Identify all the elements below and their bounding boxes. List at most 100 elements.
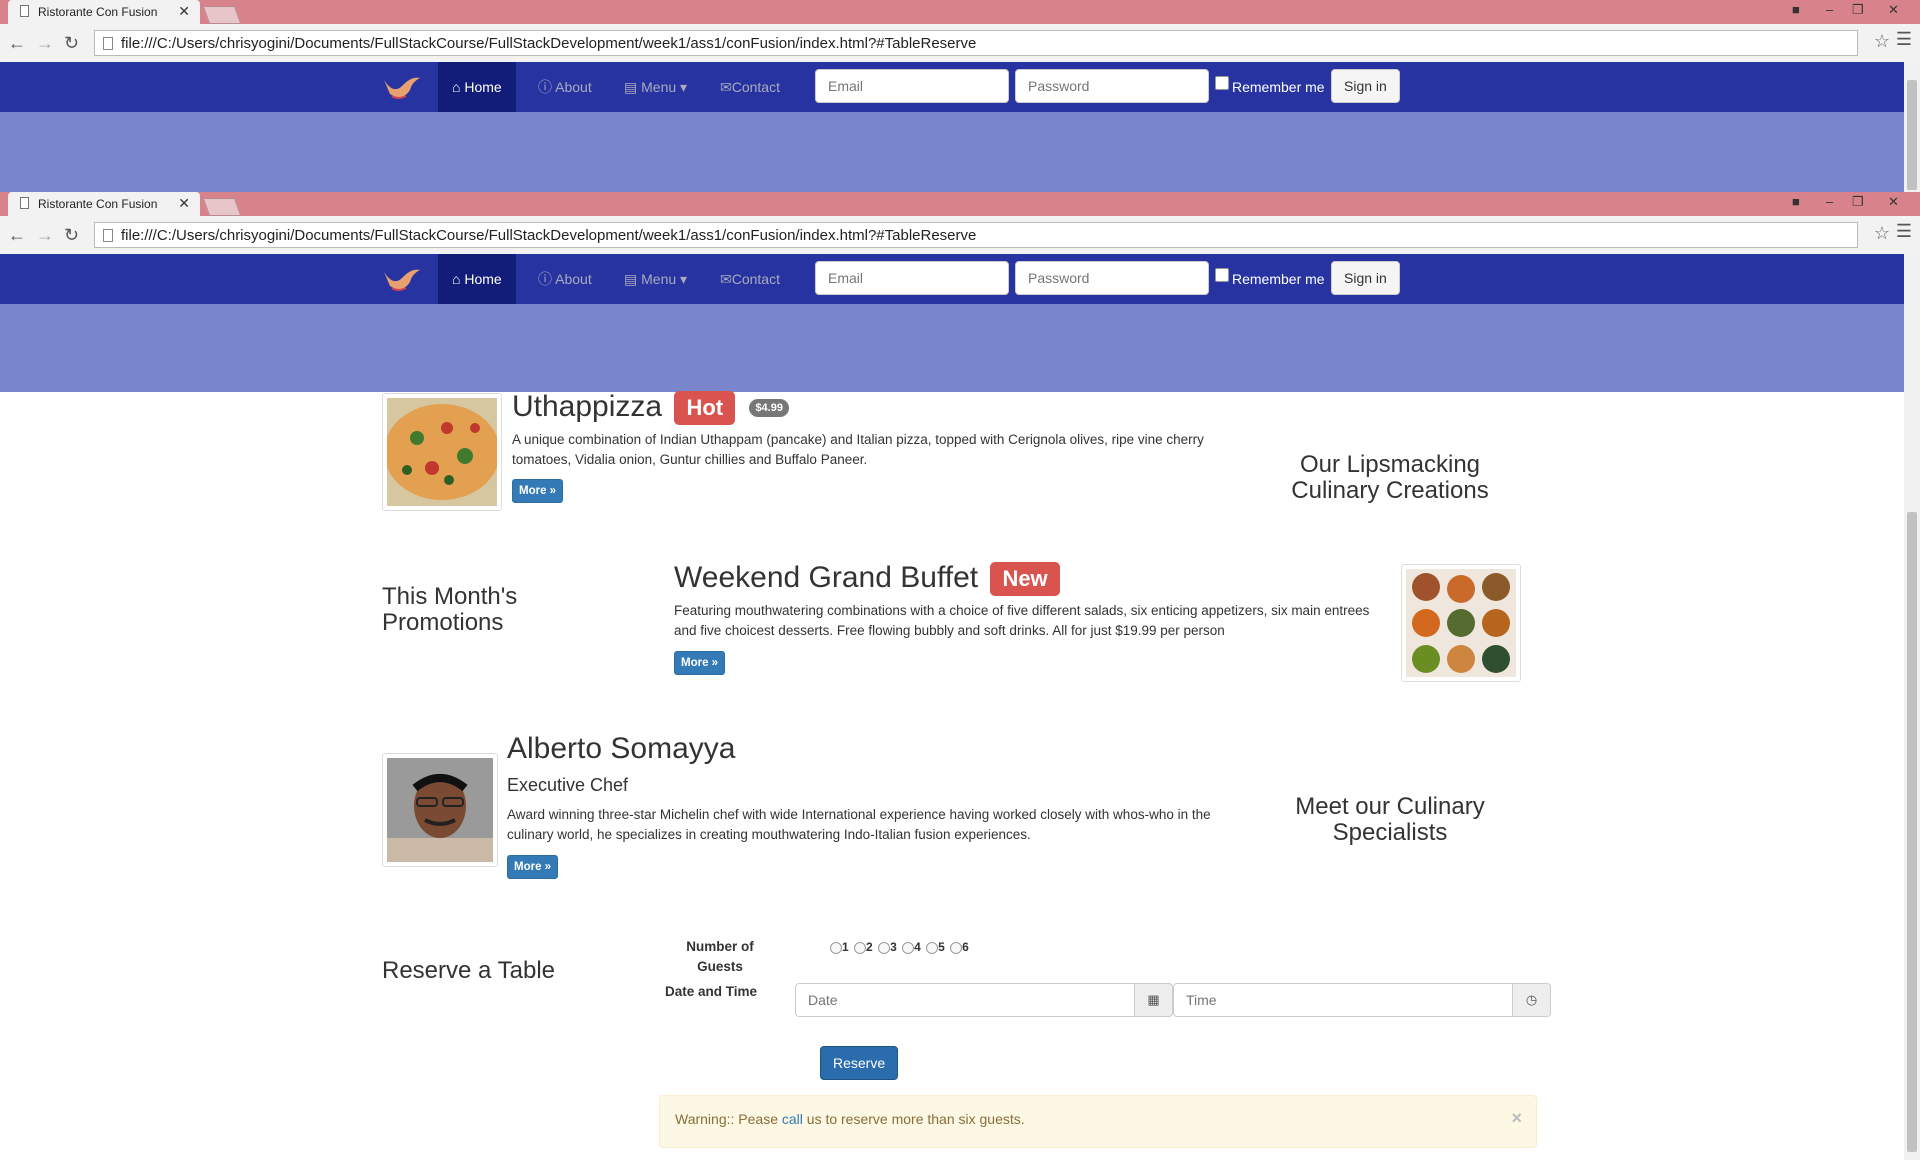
- close-window-icon[interactable]: ✕: [1888, 2, 1899, 18]
- promo-more-button[interactable]: More »: [674, 651, 726, 675]
- call-link[interactable]: call: [782, 1111, 803, 1127]
- scrollbar-2[interactable]: [1904, 254, 1920, 1160]
- forward-icon[interactable]: →: [36, 225, 54, 246]
- signin-button[interactable]: Sign in: [1331, 261, 1400, 295]
- remember-label: Remember me: [1232, 271, 1325, 287]
- address-bar-2: ← → ↻ file:///C:/Users/chrisyogini/Docum…: [0, 216, 1920, 255]
- chef-section-title: Meet our Culinary Specialists: [1295, 793, 1485, 846]
- reload-icon[interactable]: ↻: [64, 33, 79, 54]
- dish-description: A unique combination of Indian Uthappam …: [512, 432, 1204, 467]
- guest-radio-6[interactable]: [950, 941, 963, 954]
- guests-label: Number of Guests: [686, 939, 754, 974]
- guest-option-label: 5: [938, 940, 945, 954]
- remember-label: Remember me: [1232, 79, 1325, 95]
- time-input[interactable]: [1173, 983, 1513, 1017]
- minimize-icon[interactable]: –: [1826, 194, 1833, 209]
- guest-option-label: 6: [962, 940, 969, 954]
- jumbotron-2: [0, 304, 1904, 392]
- remember-checkbox[interactable]: [1215, 76, 1229, 90]
- nav-home-label: Home: [464, 79, 502, 95]
- reserve-section-title: Reserve a Table: [382, 957, 555, 984]
- nav-about-label: About: [555, 271, 592, 287]
- url-input[interactable]: file:///C:/Users/chrisyogini/Documents/F…: [94, 222, 1858, 248]
- reserve-button[interactable]: Reserve: [820, 1046, 899, 1080]
- bookmark-star-icon[interactable]: ☆: [1874, 223, 1890, 244]
- price-badge: $4.99: [749, 399, 789, 418]
- forward-icon[interactable]: →: [36, 33, 54, 54]
- alert-prefix: Warning:: Pease: [675, 1111, 782, 1127]
- chef-image: [382, 753, 498, 867]
- tab-strip-1: Ristorante Con Fusion ✕ ■ – ❐ ✕: [0, 0, 1920, 24]
- browser-tab-2[interactable]: Ristorante Con Fusion ✕: [8, 192, 200, 216]
- guest-radio-5[interactable]: [926, 941, 939, 954]
- email-field[interactable]: [815, 261, 1009, 295]
- chef-name: Alberto Somayya: [507, 732, 736, 765]
- nav-contact-label: Contact: [731, 79, 780, 95]
- guest-radio-4[interactable]: [902, 941, 915, 954]
- nav-menu[interactable]: ▤ Menu ▾: [610, 62, 701, 112]
- restore-icon[interactable]: ❐: [1852, 194, 1864, 210]
- guest-radio-group: 1 2 3 4 5 6: [828, 940, 969, 954]
- new-tab-button[interactable]: [202, 6, 242, 24]
- close-window-icon[interactable]: ✕: [1888, 194, 1899, 210]
- tab-strip-2: Ristorante Con Fusion ✕ ■ – ❐ ✕: [0, 192, 1920, 216]
- tab-title: Ristorante Con Fusion: [38, 197, 158, 211]
- calendar-icon[interactable]: ▦: [1135, 983, 1173, 1017]
- scrollbar-1[interactable]: [1904, 62, 1920, 192]
- guest-option-label: 4: [914, 940, 921, 954]
- nav-about[interactable]: ⓘ About: [524, 62, 606, 112]
- guest-radio-2[interactable]: [854, 941, 867, 954]
- site-navbar-2: ⌂ Home ⓘ About ▤ Menu ▾ ✉Contact Remembe…: [0, 254, 1904, 305]
- site-navbar-1: ⌂ Home ⓘ About ▤ Menu ▾ ✉Contact Remembe…: [0, 62, 1904, 113]
- dish-more-button[interactable]: More »: [512, 479, 564, 503]
- password-field[interactable]: [1015, 69, 1209, 103]
- close-tab-icon[interactable]: ✕: [178, 3, 190, 20]
- nav-contact[interactable]: ✉Contact: [706, 62, 794, 112]
- reload-icon[interactable]: ↻: [64, 225, 79, 246]
- dish-heading: Uthappizza Hot $4.99: [512, 390, 789, 426]
- guest-radio-1[interactable]: [830, 941, 842, 954]
- tab-title: Ristorante Con Fusion: [38, 5, 158, 19]
- user-icon[interactable]: ■: [1792, 194, 1800, 209]
- password-field[interactable]: [1015, 261, 1209, 295]
- nav-home[interactable]: ⌂ Home: [438, 62, 516, 112]
- nav-home[interactable]: ⌂ Home: [438, 254, 516, 304]
- scrollbar-thumb[interactable]: [1907, 512, 1917, 1152]
- bookmark-star-icon[interactable]: ☆: [1874, 31, 1890, 52]
- chef-description: Award winning three-star Michelin chef w…: [507, 807, 1211, 842]
- date-input[interactable]: [795, 983, 1135, 1017]
- browser-menu-icon[interactable]: ☰: [1896, 221, 1912, 242]
- nav-contact[interactable]: ✉Contact: [706, 254, 794, 304]
- page-icon: [103, 229, 113, 242]
- alert-suffix: us to reserve more than six guests.: [802, 1111, 1025, 1127]
- dish-name: Uthappizza: [512, 390, 663, 423]
- clock-icon[interactable]: ◷: [1513, 983, 1551, 1017]
- nav-menu-label: Menu: [641, 271, 677, 287]
- browser-tab-1[interactable]: Ristorante Con Fusion ✕: [8, 0, 200, 24]
- chef-more-button[interactable]: More »: [507, 855, 559, 879]
- restore-icon[interactable]: ❐: [1852, 2, 1864, 18]
- minimize-icon[interactable]: –: [1826, 2, 1833, 17]
- restaurant-logo: [384, 269, 420, 291]
- page-icon: [20, 5, 29, 17]
- close-tab-icon[interactable]: ✕: [178, 195, 190, 212]
- email-field[interactable]: [815, 69, 1009, 103]
- browser-menu-icon[interactable]: ☰: [1896, 29, 1912, 50]
- guest-option-label: 2: [866, 940, 873, 954]
- nav-home-label: Home: [464, 271, 502, 287]
- alert-close-icon[interactable]: ×: [1511, 1108, 1522, 1129]
- back-icon[interactable]: ←: [8, 225, 26, 246]
- guest-radio-3[interactable]: [878, 941, 891, 954]
- nav-about[interactable]: ⓘ About: [524, 254, 606, 304]
- url-text: file:///C:/Users/chrisyogini/Documents/F…: [121, 227, 977, 244]
- signin-button[interactable]: Sign in: [1331, 69, 1400, 103]
- back-icon[interactable]: ←: [8, 33, 26, 54]
- url-input[interactable]: file:///C:/Users/chrisyogini/Documents/F…: [94, 30, 1858, 56]
- nav-contact-label: Contact: [731, 271, 780, 287]
- new-tab-button[interactable]: [202, 198, 242, 216]
- remember-checkbox[interactable]: [1215, 268, 1229, 282]
- user-icon[interactable]: ■: [1792, 2, 1800, 17]
- promo-name: Weekend Grand Buffet: [674, 561, 979, 594]
- nav-menu[interactable]: ▤ Menu ▾: [610, 254, 701, 304]
- scrollbar-thumb[interactable]: [1907, 80, 1917, 190]
